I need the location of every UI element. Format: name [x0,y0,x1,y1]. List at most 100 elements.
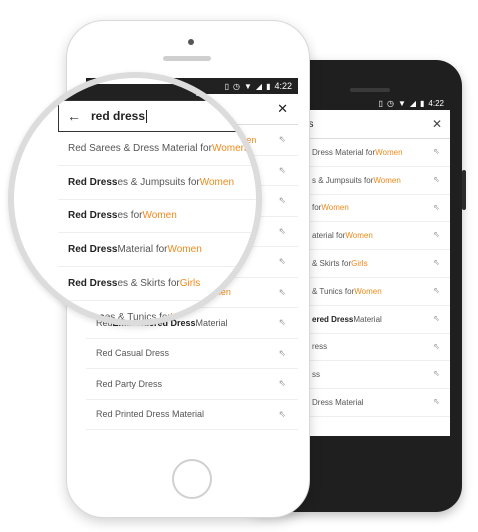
suggestion-bold-text: Red Dress [68,176,118,188]
suggestion-bold-text: ered Dress [312,314,354,324]
suggestion-prefix: Red Party Dress [96,378,163,389]
suggestion-text: es for [117,210,143,222]
fill-suggestion-arrow-icon[interactable]: ⇖ [278,134,286,145]
suggestion-item[interactable]: ered Dress Material ⇖ [290,306,450,334]
suggestion-text: Material for [117,244,168,256]
fill-suggestion-arrow-icon[interactable]: ⇖ [278,226,286,237]
suggestion-category: Women [167,244,202,256]
suggestion-text: aterial for [312,231,346,241]
suggestion-item[interactable]: & Tunics for Women ⇖ [290,278,450,306]
front-camera [188,39,194,45]
text-cursor [146,109,148,123]
vibrate-icon: ▯ [378,98,383,108]
fill-suggestion-arrow-icon[interactable]: ⇖ [433,314,440,323]
suggestion-category: Women [373,175,401,185]
suggestion-text: for [312,203,322,213]
magnified-suggestion-item[interactable]: Red Dresses & Jumpsuits for Women⇖ [58,166,256,200]
close-icon[interactable]: ✕ [277,101,288,117]
fill-suggestion-arrow-icon[interactable]: ⇖ [278,195,286,206]
suggestion-text: es & Jumpsuits for [117,176,200,188]
android-status-bar: ▯ ◷ ▼ ◢ ▮ 4:22 [290,96,450,110]
suggestion-bold-text: Red Dress [68,244,118,256]
search-field[interactable]: ← red dress ✕ [58,100,256,132]
fill-suggestion-arrow-icon[interactable]: ⇖ [278,409,286,420]
vibrate-icon: ▯ [195,87,201,97]
earpiece [163,56,211,61]
fill-suggestion-arrow-icon[interactable]: ⇖ [278,165,286,176]
fill-suggestion-arrow-icon[interactable]: ⇖ [433,147,440,156]
suggestion-category: Women [211,142,247,154]
fill-suggestion-arrow-icon[interactable]: ⇖ [433,286,440,295]
suggestion-item[interactable]: Dress Material for Women ⇖ [290,139,450,167]
suggestion-item[interactable]: aterial for Women ⇖ [290,222,450,251]
alarm-icon: ◷ [205,87,213,97]
home-button[interactable] [172,459,212,499]
back-arrow-icon[interactable]: ← [67,108,81,124]
fill-suggestion-arrow-icon[interactable]: ⇖ [278,287,286,298]
battery-icon: ▮ [266,81,271,91]
suggestion-text: Dress Material for [312,147,376,157]
suggestion-text: Material [353,314,382,324]
fill-suggestion-arrow-icon[interactable]: ⇖ [433,397,440,406]
wifi-icon: ▼ [397,98,406,108]
suggestion-item[interactable]: & Skirts for Girls ⇖ [290,250,450,278]
magnified-suggestion-item[interactable]: Red Sarees & Dress Material for Women⇖ [58,132,256,166]
magnified-status-bar: ▯ ◷ ▼ ◢ ▮ 4:22 [58,84,256,100]
suggestion-category: Women [199,176,235,188]
suggestion-text: & Tunics for [312,286,355,296]
magnified-suggestion-item[interactable]: Red Dresses & Skirts for Girls⇖ [58,267,256,301]
magnified-suggestion-list: Red Sarees & Dress Material for Women⇖Re… [58,132,256,323]
suggestion-item[interactable]: s & Jumpsuits for Women ⇖ [290,167,450,195]
suggestion-category: Women [354,286,382,296]
suggestion-item[interactable]: for Women ⇖ [290,195,450,223]
suggestion-item[interactable]: ss ⇖ [290,361,450,390]
suggestion-category: Girls [351,259,368,269]
magnified-suggestion-item[interactable]: Red Dresses for Women⇖ [58,200,256,234]
suggestion-category: Women [375,147,403,157]
close-icon[interactable]: ✕ [432,117,442,131]
suggestion-text: ss [312,370,320,380]
battery-icon: ▮ [241,87,246,97]
magnified-screen: ▯ ◷ ▼ ◢ ▮ 4:22 ← red dress ✕ Red Sarees … [58,84,256,323]
fill-suggestion-arrow-icon[interactable]: ⇖ [433,230,440,239]
android-suggestion-list: Dress Material for Women ⇖ s & Jumpsuits f… [290,139,450,417]
android-status-time: 4:22 [428,98,444,108]
search-query: red dress [91,109,146,123]
android-search-bar[interactable]: ess ✕ [290,110,450,139]
suggestion-item[interactable]: Red Casual Dress ⇖ [86,339,298,369]
android-speaker [350,88,390,92]
fill-suggestion-arrow-icon[interactable]: ⇖ [433,175,440,184]
suggestion-bold-text: Red Dress [68,210,118,222]
suggestion-text: es & Tunics for [104,311,171,323]
signal-icon: ◢ [255,81,263,91]
fill-suggestion-arrow-icon[interactable]: ⇖ [278,256,286,267]
fill-suggestion-arrow-icon[interactable]: ⇖ [433,258,440,267]
suggestion-text: es & Skirts for [117,278,180,290]
fill-suggestion-arrow-icon[interactable]: ⇖ [433,342,440,351]
suggestion-text: ress [312,342,328,352]
battery-icon: ▮ [420,98,425,108]
alarm-icon: ◷ [386,98,394,108]
android-side-button [462,170,466,210]
wifi-icon: ▼ [217,87,225,97]
suggestion-item[interactable]: Red Printed Dress Material ⇖ [86,400,298,430]
suggestion-category: Women [345,231,373,241]
fill-suggestion-arrow-icon[interactable]: ⇖ [278,378,286,389]
suggestion-category: Girls [179,278,201,290]
suggestion-item[interactable]: Red Party Dress ⇖ [86,369,298,400]
fill-suggestion-arrow-icon[interactable]: ⇖ [278,317,286,328]
magnified-suggestion-item[interactable]: Red Dress Material for Women⇖ [58,233,256,268]
suggestion-prefix: Red Printed Dress Material [96,409,205,420]
fill-suggestion-arrow-icon[interactable]: ⇖ [278,348,286,359]
suggestion-item[interactable]: Dress Material ⇖ [290,389,450,417]
suggestion-text: Dress Material [312,398,364,408]
fill-suggestion-arrow-icon[interactable]: ⇖ [433,369,440,378]
suggestion-category: Women [142,210,177,222]
fill-suggestion-arrow-icon[interactable]: ⇖ [433,203,440,212]
magnifier-lens: ▯ ◷ ▼ ◢ ▮ 4:22 ← red dress ✕ Red Sarees … [8,72,262,326]
suggestion-item[interactable]: ress ⇖ [290,334,450,362]
suggestion-text: & Skirts for [312,259,352,269]
suggestion-prefix: Red Casual Dress [96,348,170,359]
suggestion-bold-text: Red Dress [68,278,118,290]
signal-icon: ◢ [409,98,417,108]
